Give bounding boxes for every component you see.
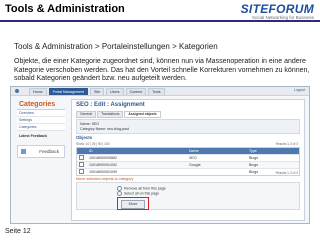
- info-category: Category Name: seo-blog-post: [80, 127, 129, 131]
- cell-type: Blogs: [249, 163, 258, 167]
- cell-id: 10018900000882: [89, 156, 117, 160]
- cell-name: SEO: [189, 156, 197, 160]
- embedded-screenshot: Home Portal Management Site Users Conten…: [10, 86, 310, 224]
- sidebar-subheading: Latest Feedback: [19, 134, 48, 138]
- category-info-box: Name: SEO Category Name: seo-blog-post: [76, 119, 300, 134]
- app-topbar: Home Portal Management Site Users Conten…: [11, 87, 309, 96]
- tab-users[interactable]: Users: [106, 88, 124, 95]
- info-name: Name: SEO: [80, 122, 100, 126]
- results-count: Results 1-3 of 3: [275, 142, 298, 146]
- content-panel: SEO : Edit : Assignment General Translat…: [71, 99, 305, 221]
- title-divider: [0, 20, 320, 22]
- feedback-icon: [21, 149, 26, 154]
- content-tabs: General Translations Assigned objects: [76, 111, 161, 118]
- cell-id: 10018900001099: [89, 170, 117, 174]
- highlight-box: [117, 197, 149, 210]
- logout-link[interactable]: Logout: [294, 88, 305, 92]
- page-number: Seite 12: [5, 228, 31, 235]
- tab-site[interactable]: Site: [89, 88, 105, 95]
- feedback-label: Feedback: [39, 149, 59, 154]
- tab-content[interactable]: Content: [125, 88, 147, 95]
- results-count-bottom: Results 1-3 of 3: [275, 171, 298, 175]
- table-row[interactable]: 10018900001099 Blogs: [77, 168, 299, 175]
- move-actions-panel: Remove all from this page Select all on …: [76, 182, 300, 210]
- objects-heading: Objects: [76, 135, 93, 140]
- siteforum-logo: SITEFORUM Social Networking for Business: [241, 2, 314, 20]
- action-option-2-label: Select all on this page: [124, 191, 160, 196]
- sidebar-item-overview[interactable]: Overview: [17, 110, 65, 117]
- breadcrumb: Tools & Administration > Portaleinstellu…: [14, 42, 218, 51]
- action-option-2[interactable]: Select all on this page: [117, 191, 159, 196]
- actions-heading: Move selected objects to category: [76, 177, 134, 181]
- cell-type: Blogs: [249, 156, 258, 160]
- page-size-selector[interactable]: Show: 10 | 25 | 50 | 100: [76, 142, 110, 146]
- cell-id: 10018900001052: [89, 163, 117, 167]
- sidebar: Categories Overview Settings Categories …: [17, 99, 65, 219]
- column-header-type[interactable]: Type: [249, 149, 299, 153]
- cell-name: Google: [189, 163, 201, 167]
- tab-home[interactable]: Home: [29, 88, 47, 95]
- action-option-1-label: Remove all from this page: [124, 186, 166, 191]
- tab-translations[interactable]: Translations: [97, 111, 124, 118]
- tab-tools[interactable]: Tools: [148, 88, 165, 95]
- radio-icon: [117, 191, 122, 196]
- row-checkbox[interactable]: [79, 162, 84, 167]
- objects-table: ID Name Type 10018900000882 SEO Blogs 10…: [76, 147, 300, 176]
- logo-wordmark: SITEFORUM: [240, 2, 314, 16]
- content-title: SEO : Edit : Assignment: [76, 102, 145, 108]
- row-checkbox[interactable]: [79, 169, 84, 174]
- slide-title: Tools & Administration: [5, 3, 125, 15]
- tab-general[interactable]: General: [76, 111, 97, 118]
- sidebar-item-settings[interactable]: Settings: [17, 117, 65, 124]
- column-header-name[interactable]: Name: [189, 149, 249, 153]
- tab-assigned-objects[interactable]: Assigned objects: [124, 111, 161, 118]
- table-row[interactable]: 10018900000882 SEO Blogs: [77, 154, 299, 161]
- feedback-button[interactable]: Feedback: [17, 145, 65, 158]
- sidebar-item-categories[interactable]: Categories: [17, 124, 65, 131]
- column-header-id[interactable]: ID: [89, 149, 189, 153]
- slide-description: Objekte, die einer Kategorie zugeordnet …: [14, 58, 310, 83]
- tab-portal-management[interactable]: Portal Management: [48, 88, 88, 95]
- app-main-tabs: Home Portal Management Site Users Conten…: [29, 88, 165, 95]
- sidebar-heading: Categories: [17, 99, 65, 110]
- row-checkbox[interactable]: [79, 155, 84, 160]
- table-row[interactable]: 10018900001052 Google Blogs: [77, 161, 299, 168]
- app-logo-icon: [15, 89, 19, 93]
